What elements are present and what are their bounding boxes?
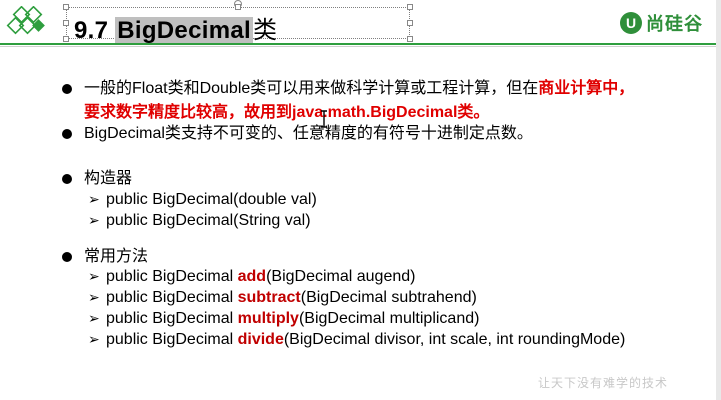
arrow-bullet-icon: ➢	[88, 290, 100, 306]
method-args: (BigDecimal multiplicand)	[298, 310, 480, 327]
method-item-subtract: public BigDecimal subtract(BigDecimal su…	[106, 288, 477, 308]
arrow-bullet-icon: ➢	[88, 332, 100, 348]
constructor-item: public BigDecimal(double val)	[106, 191, 317, 208]
bullet-1-line-1: 一般的Float类和Double类可以用来做科学计算或工程计算，但在商业计算中，	[84, 79, 634, 99]
bullet-1-line-2: 要求数字精度比较高，故用到java.math.BigDecimal类。	[84, 104, 490, 121]
method-args: (BigDecimal augend)	[266, 268, 416, 285]
method-args: (BigDecimal divisor, int scale, int roun…	[283, 331, 626, 348]
bullet-dot-icon	[62, 174, 72, 184]
method-name: subtract	[237, 289, 301, 306]
method-args: (BigDecimal subtrahend)	[300, 289, 477, 306]
bullet-1-highlight: 商业计算中，	[538, 80, 635, 97]
arrow-bullet-icon: ➢	[88, 192, 100, 208]
arrow-bullet-icon: ➢	[88, 213, 100, 229]
bullet-dot-icon	[62, 252, 72, 262]
method-item-divide: public BigDecimal divide(BigDecimal divi…	[106, 330, 625, 350]
bullet-1-text: 一般的Float类和Double类可以用来做科学计算或工程计算，但在	[84, 80, 539, 97]
method-prefix: public BigDecimal	[106, 331, 238, 348]
method-name: multiply	[237, 310, 299, 327]
bullet-dot-icon	[62, 84, 72, 94]
constructor-item: public BigDecimal(String val)	[106, 212, 311, 229]
method-item-multiply: public BigDecimal multiply(BigDecimal mu…	[106, 309, 479, 329]
arrow-bullet-icon: ➢	[88, 269, 100, 285]
method-prefix: public BigDecimal	[106, 268, 238, 285]
slide-content: 一般的Float类和Double类可以用来做科学计算或工程计算，但在商业计算中，…	[0, 0, 721, 400]
method-item-add: public BigDecimal add(BigDecimal augend)	[106, 267, 415, 287]
constructors-heading: 构造器	[84, 170, 133, 187]
method-prefix: public BigDecimal	[106, 310, 238, 327]
window-edge	[716, 0, 721, 400]
method-name: divide	[237, 331, 284, 348]
method-prefix: public BigDecimal	[106, 289, 238, 306]
methods-heading: 常用方法	[84, 248, 149, 265]
bullet-dot-icon	[62, 129, 72, 139]
arrow-bullet-icon: ➢	[88, 311, 100, 327]
bullet-2-text: BigDecimal类支持不可变的、任意精度的有符号十进制定点数。	[84, 125, 533, 142]
method-name: add	[237, 268, 267, 285]
watermark-slogan: 让天下没有难学的技术	[538, 376, 669, 390]
